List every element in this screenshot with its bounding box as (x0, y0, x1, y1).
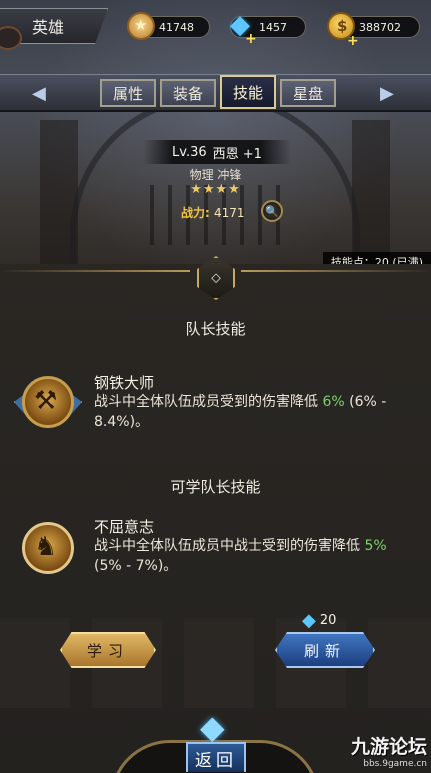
hammer-icon: ⚒ (34, 386, 58, 416)
gold-resource[interactable]: + 388702 (327, 12, 420, 48)
plus-icon[interactable]: + (347, 34, 359, 48)
power-value: 4171 (214, 206, 245, 220)
diamond-resource[interactable]: + 1457 (230, 10, 306, 46)
inspect-magnifier-icon[interactable]: 🔍 (261, 200, 283, 222)
warrior-silhouette-icon: ♞ (34, 532, 58, 562)
refresh-cost: ◆ 20 (302, 610, 336, 631)
hero-stars-icon: ★★★★ (190, 182, 241, 197)
power-label: 战力: (181, 206, 210, 220)
panel-rim-left (0, 270, 190, 272)
faded-hero-list (0, 618, 431, 708)
star-icon (127, 12, 155, 40)
gold-resource-value: 388702 (359, 20, 401, 34)
watermark-url: bbs.9game.cn (363, 759, 427, 769)
captain-skill-name: 钢铁大师 (94, 374, 155, 392)
learnable-skill-desc: 战斗中全体队伍成员中战士受到的伤害降低 5% (5% - 7%)。 (94, 536, 414, 576)
indomitable-will-skill-icon[interactable]: ♞ (14, 518, 82, 580)
tab-star-chart-label: 星盘 (292, 84, 323, 103)
learnable-skill-title: 可学队长技能 (170, 478, 261, 496)
captain-skill-desc: 战斗中全体队伍成员受到的伤害降低 6% (6% - 8.4%)。 (94, 392, 414, 432)
star-resource[interactable]: 41748 (127, 12, 210, 40)
learnable-skill-name: 不屈意志 (94, 518, 155, 536)
hero-name: 西恩 +1 (212, 146, 262, 162)
refresh-cost-value: 20 (319, 613, 337, 628)
captain-skill-title: 队长技能 (185, 320, 246, 338)
prev-hero-arrow-icon[interactable]: ◀ (32, 83, 46, 104)
tab-skills-label: 技能 (232, 83, 263, 102)
mascot-icon[interactable] (0, 26, 22, 50)
back-area: ◆ 返回 九游论坛 bbs.9game.cn (0, 700, 431, 773)
tab-star-chart[interactable]: 星盘 (280, 79, 336, 107)
hero-class-tags: 物理 冲锋 (189, 168, 242, 182)
tab-attributes[interactable]: 属性 (100, 79, 156, 107)
tab-skills[interactable]: 技能 (220, 75, 276, 109)
next-hero-arrow-icon[interactable]: ▶ (380, 83, 394, 104)
tab-attributes-label: 属性 (112, 84, 143, 103)
learn-button[interactable]: 学习 (60, 632, 156, 668)
diamond-resource-value: 1457 (259, 20, 287, 34)
desc-text: 战斗中全体队伍成员受到的伤害降低 (94, 394, 323, 410)
back-button[interactable]: 返回 (186, 742, 246, 772)
watermark-title: 九游论坛 (350, 736, 427, 758)
top-bar: 英雄 41748 + 1457 + 388702 (0, 0, 431, 50)
star-resource-value: 41748 (159, 20, 194, 34)
forum-watermark: 九游论坛 bbs.9game.cn (351, 732, 427, 769)
tab-equipment[interactable]: 装备 (160, 79, 216, 107)
refresh-button[interactable]: 刷新 (275, 632, 375, 668)
desc-text: 战斗中全体队伍成员中战士受到的伤害降低 (94, 538, 365, 554)
hero-tabs-bar: ◀ 属性 装备 技能 星盘 ▶ (0, 74, 431, 112)
desc-highlight: 6% (322, 394, 345, 410)
hero-power: 战力: 4171 (181, 204, 245, 221)
plus-icon[interactable]: + (245, 32, 257, 46)
crystal-icon: ◆ (200, 708, 225, 746)
iron-master-skill-icon[interactable]: ⚒ (14, 372, 82, 434)
diamond-icon: ◆ (302, 610, 316, 631)
hero-level: Lv.36 (172, 144, 207, 160)
desc-highlight: 5% (364, 538, 387, 554)
tab-equipment-label: 装备 (172, 84, 203, 103)
hero-menu-label: 英雄 (32, 18, 65, 37)
panel-rim-right (241, 270, 431, 272)
desc-range: (5% - 7%)。 (94, 558, 178, 574)
hero-level-name: Lv.36 西恩 +1 (143, 140, 291, 164)
